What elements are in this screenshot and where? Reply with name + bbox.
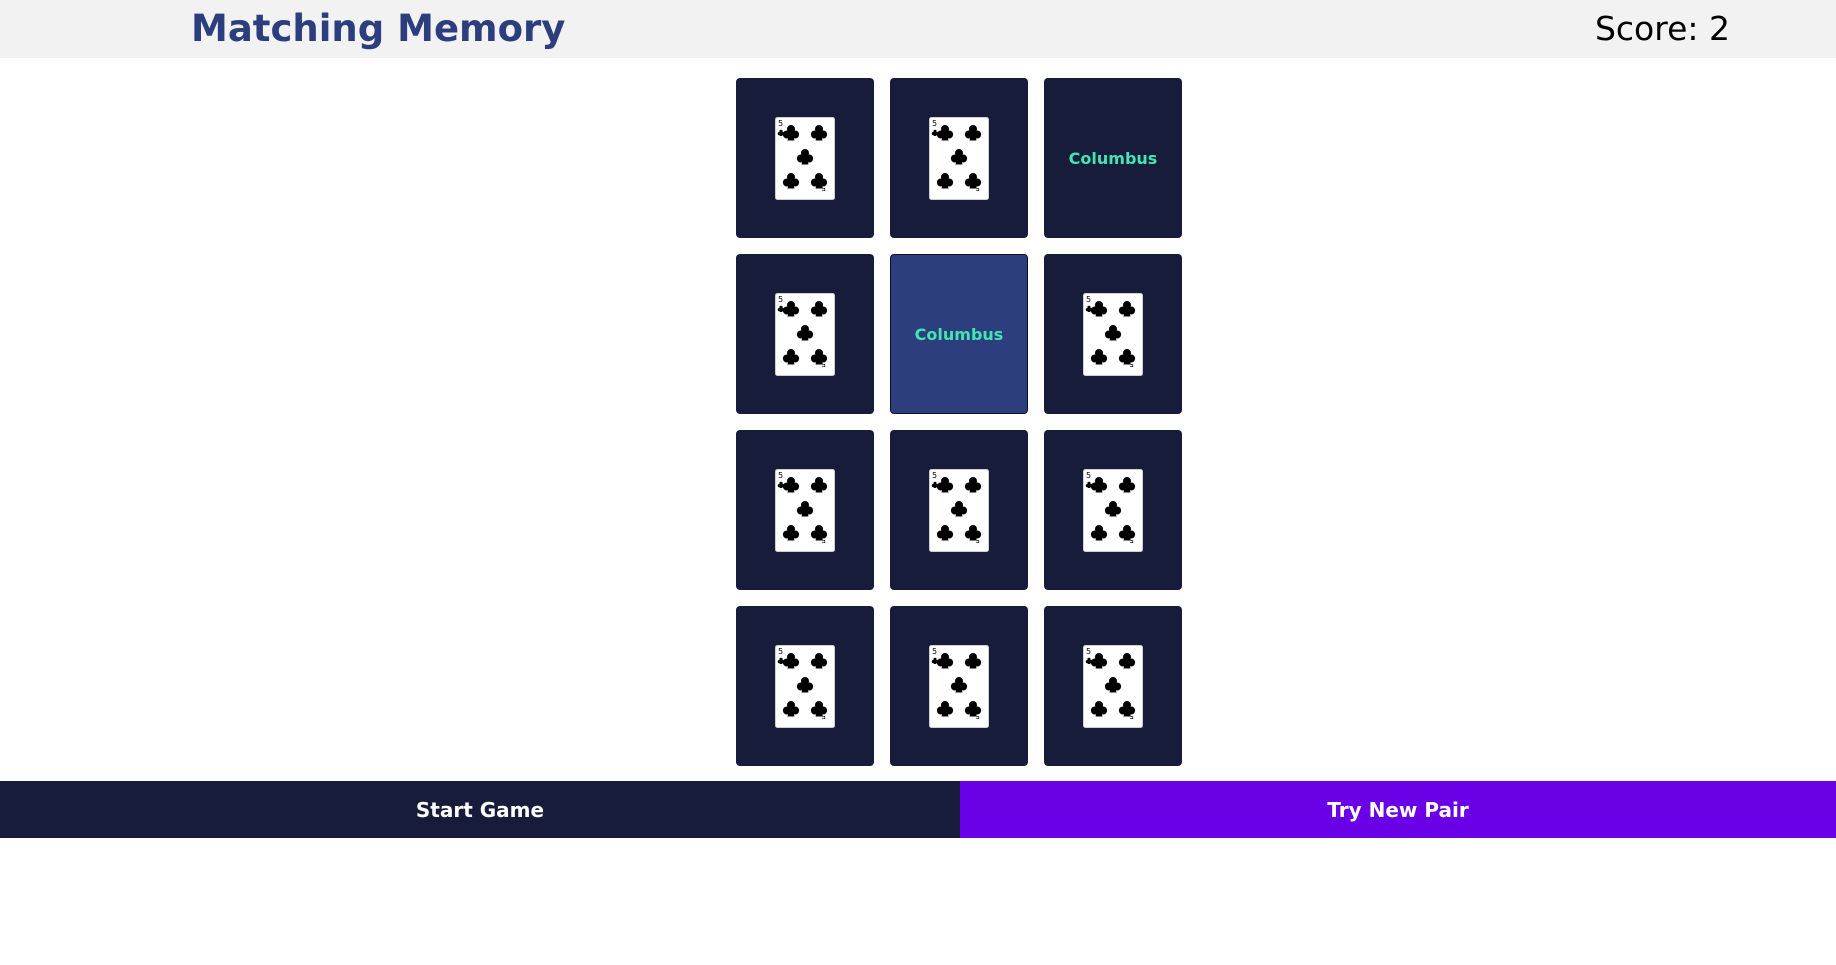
score-display: Score: 2 xyxy=(1594,9,1730,48)
five-of-clubs-card-icon: 55 xyxy=(775,116,835,200)
memory-tile-text[interactable]: Columbus xyxy=(1044,78,1182,238)
header-bar: Matching Memory Score: 2 xyxy=(0,0,1836,58)
try-new-pair-button[interactable]: Try New Pair xyxy=(960,781,1836,838)
game-board: 55 55 Columbus 55 Columbus 55 55 55 55 5… xyxy=(736,78,1184,766)
start-game-button[interactable]: Start Game xyxy=(0,781,960,838)
memory-tile-card[interactable]: 55 xyxy=(736,606,874,766)
memory-tile-selected[interactable]: Columbus xyxy=(890,254,1028,414)
svg-text:5: 5 xyxy=(778,647,783,656)
svg-text:5: 5 xyxy=(1086,295,1091,304)
svg-text:5: 5 xyxy=(778,119,783,128)
five-of-clubs-card-icon: 55 xyxy=(929,468,989,552)
memory-tile-card[interactable]: 55 xyxy=(736,430,874,590)
tile-word: Columbus xyxy=(914,324,1004,344)
memory-tile-card[interactable]: 55 xyxy=(1044,606,1182,766)
svg-text:5: 5 xyxy=(1086,471,1091,480)
page-title: Matching Memory xyxy=(191,7,566,50)
five-of-clubs-card-icon: 55 xyxy=(1083,468,1143,552)
svg-text:5: 5 xyxy=(1086,647,1091,656)
memory-tile-card[interactable]: 55 xyxy=(890,606,1028,766)
five-of-clubs-card-icon: 55 xyxy=(775,292,835,376)
five-of-clubs-card-icon: 55 xyxy=(929,644,989,728)
tile-word: Columbus xyxy=(1068,148,1158,168)
memory-tile-card[interactable]: 55 xyxy=(890,430,1028,590)
memory-tile-card[interactable]: 55 xyxy=(736,78,874,238)
five-of-clubs-card-icon: 55 xyxy=(775,468,835,552)
five-of-clubs-card-icon: 55 xyxy=(1083,644,1143,728)
memory-tile-card[interactable]: 55 xyxy=(890,78,1028,238)
five-of-clubs-card-icon: 55 xyxy=(1083,292,1143,376)
svg-text:5: 5 xyxy=(778,471,783,480)
svg-text:5: 5 xyxy=(932,119,937,128)
five-of-clubs-card-icon: 55 xyxy=(929,116,989,200)
svg-text:5: 5 xyxy=(932,647,937,656)
svg-text:5: 5 xyxy=(932,471,937,480)
memory-tile-card[interactable]: 55 xyxy=(736,254,874,414)
svg-text:5: 5 xyxy=(778,295,783,304)
memory-tile-card[interactable]: 55 xyxy=(1044,254,1182,414)
five-of-clubs-card-icon: 55 xyxy=(775,644,835,728)
memory-tile-card[interactable]: 55 xyxy=(1044,430,1182,590)
